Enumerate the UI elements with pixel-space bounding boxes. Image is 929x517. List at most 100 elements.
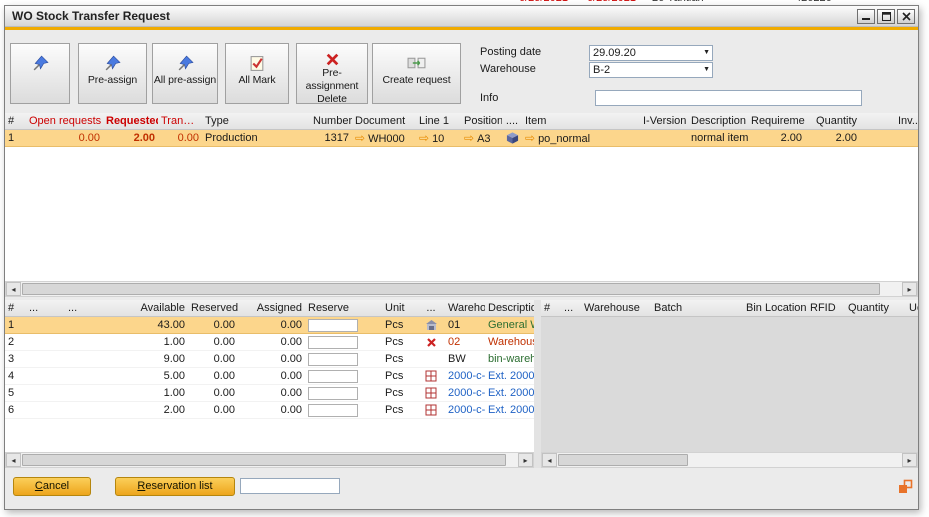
row-number[interactable]: 1 xyxy=(5,130,26,147)
table-row[interactable]: 5 1.00 0.00 0.00 Pcs 2000-c-b Ext. 2000- xyxy=(5,385,534,402)
batch-table-horizontal-scrollbar[interactable]: ◂ ▸ xyxy=(541,452,918,468)
column-header[interactable]: Available xyxy=(115,300,188,317)
scroll-right-arrow-icon[interactable]: ▸ xyxy=(902,282,917,296)
column-header[interactable]: RFID xyxy=(807,300,845,317)
table-row[interactable]: 1 43.00 0.00 0.00 Pcs 01 General W xyxy=(5,317,534,334)
column-header[interactable]: .... xyxy=(502,113,522,130)
row-number[interactable]: 4 xyxy=(5,368,26,385)
scrollbar-thumb[interactable] xyxy=(22,283,880,295)
row-number[interactable]: 3 xyxy=(5,351,26,368)
scrollbar-thumb[interactable] xyxy=(22,454,506,466)
column-header[interactable]: # xyxy=(541,300,561,317)
pre-assign-button[interactable]: Pre-assign xyxy=(78,43,147,104)
column-header[interactable]: I-Version xyxy=(640,113,688,130)
reserve-input[interactable] xyxy=(308,370,358,383)
cancel-button[interactable]: Cancel xyxy=(13,477,91,496)
table-row[interactable]: 1 0.00 2.00 0.00 Production 1317 ⇨WH000 … xyxy=(5,130,918,147)
close-button[interactable] xyxy=(897,9,915,24)
item-link[interactable]: po_normal xyxy=(538,133,590,145)
scroll-left-arrow-icon[interactable]: ◂ xyxy=(6,453,21,467)
column-header[interactable]: # xyxy=(5,300,26,317)
warehouse-code-cell[interactable]: 2000-c-b xyxy=(445,385,485,402)
reservation-list-button[interactable]: Reservation list xyxy=(115,477,235,496)
maximize-button[interactable] xyxy=(877,9,895,24)
link-arrow-icon[interactable]: ⇨ xyxy=(355,131,365,145)
column-header[interactable]: Document xyxy=(352,113,416,130)
link-arrow-icon[interactable]: ⇨ xyxy=(464,131,474,145)
column-header[interactable]: Warehouse xyxy=(581,300,651,317)
reserve-input[interactable] xyxy=(308,319,358,332)
warehouse-code-cell[interactable]: 2000-c-b xyxy=(445,402,485,419)
stock-table-horizontal-scrollbar[interactable]: ◂ ▸ xyxy=(5,452,534,468)
column-header[interactable]: Bin Location xyxy=(743,300,807,317)
column-header[interactable]: Position xyxy=(458,113,502,130)
column-header[interactable]: Reserved xyxy=(188,300,238,317)
line1-link[interactable]: 10 xyxy=(432,133,444,145)
link-arrow-icon[interactable]: ⇨ xyxy=(525,131,535,145)
table-row[interactable]: 6 2.00 0.00 0.00 Pcs 2000-c-b Ext. 2000- xyxy=(5,402,534,419)
pin-button[interactable] xyxy=(10,43,70,104)
all-mark-button[interactable]: All Mark xyxy=(225,43,289,104)
document-link[interactable]: WH000 xyxy=(368,133,405,145)
column-header[interactable]: UoM xyxy=(907,300,918,317)
table-row[interactable]: 4 5.00 0.00 0.00 Pcs 2000-c-b Ext. 2000- xyxy=(5,368,534,385)
scroll-left-arrow-icon[interactable]: ◂ xyxy=(6,282,21,296)
column-header[interactable]: ... xyxy=(65,300,115,317)
column-header[interactable]: Description xyxy=(485,300,534,317)
item-cube-icon[interactable] xyxy=(506,131,519,145)
scroll-right-arrow-icon[interactable]: ▸ xyxy=(518,453,533,467)
column-header[interactable]: Batch xyxy=(651,300,743,317)
column-header[interactable]: Transfered xyxy=(158,113,202,130)
column-header[interactable]: Assigned xyxy=(238,300,305,317)
column-header[interactable]: Description xyxy=(688,113,748,130)
column-header[interactable]: Warehouse xyxy=(445,300,485,317)
position-link[interactable]: A3 xyxy=(477,133,490,145)
footer-input[interactable] xyxy=(240,478,340,494)
column-header[interactable]: Requested xyxy=(103,113,158,130)
scroll-left-arrow-icon[interactable]: ◂ xyxy=(542,453,557,467)
posting-date-select[interactable]: 29.09.20 ▼ xyxy=(589,45,713,61)
column-header[interactable]: Item xyxy=(522,113,640,130)
column-header[interactable]: Requirement xyxy=(748,113,805,130)
reserve-input[interactable] xyxy=(308,336,358,349)
create-request-button[interactable]: Create request xyxy=(372,43,461,104)
column-header[interactable]: ... xyxy=(26,300,65,317)
warehouse-select[interactable]: B-2 ▼ xyxy=(589,62,713,78)
reserve-input[interactable] xyxy=(308,404,358,417)
link-arrow-icon[interactable]: ⇨ xyxy=(419,131,429,145)
table-row[interactable]: 2 1.00 0.00 0.00 Pcs 02 Warehous xyxy=(5,334,534,351)
row-number[interactable]: 5 xyxy=(5,385,26,402)
warehouse-code-cell[interactable]: 2000-c-b xyxy=(445,368,485,385)
reserve-input[interactable] xyxy=(308,353,358,366)
iversion-cell xyxy=(640,130,688,147)
column-header[interactable]: ... xyxy=(561,300,581,317)
main-horizontal-scrollbar[interactable]: ◂ ▸ xyxy=(5,281,918,297)
column-header[interactable]: # xyxy=(5,113,26,130)
pane-splitter[interactable] xyxy=(534,300,541,468)
warehouse-description-cell: Warehous xyxy=(485,334,534,351)
scroll-right-arrow-icon[interactable]: ▸ xyxy=(902,453,917,467)
column-header[interactable]: Number xyxy=(310,113,352,130)
column-header[interactable]: Open requests xyxy=(26,113,103,130)
column-header[interactable]: Type xyxy=(202,113,310,130)
table-row[interactable]: 3 9.00 0.00 0.00 Pcs BW bin-wareh xyxy=(5,351,534,368)
toolbar-button-label: Create request xyxy=(382,74,450,87)
minimize-button[interactable] xyxy=(857,9,875,24)
form-settings-button[interactable] xyxy=(898,479,914,495)
column-header[interactable]: Inv... xyxy=(895,113,918,130)
info-input[interactable] xyxy=(595,90,862,106)
pre-assignment-delete-button[interactable]: Pre-assignment Delete xyxy=(296,43,368,104)
row-number[interactable]: 2 xyxy=(5,334,26,351)
column-header[interactable]: Quantity xyxy=(805,113,860,130)
row-number[interactable]: 1 xyxy=(5,317,26,334)
column-header[interactable]: ... xyxy=(417,300,445,317)
column-header[interactable]: Line 1 xyxy=(416,113,458,130)
row-number[interactable]: 6 xyxy=(5,402,26,419)
column-header[interactable]: Quantity xyxy=(845,300,907,317)
scrollbar-thumb[interactable] xyxy=(558,454,688,466)
column-header[interactable]: Reserve xyxy=(305,300,363,317)
reserve-input[interactable] xyxy=(308,387,358,400)
column-header[interactable]: Unit xyxy=(363,300,417,317)
title-bar[interactable]: WO Stock Transfer Request xyxy=(5,6,918,27)
all-pre-assign-button[interactable]: All pre-assign xyxy=(152,43,218,104)
